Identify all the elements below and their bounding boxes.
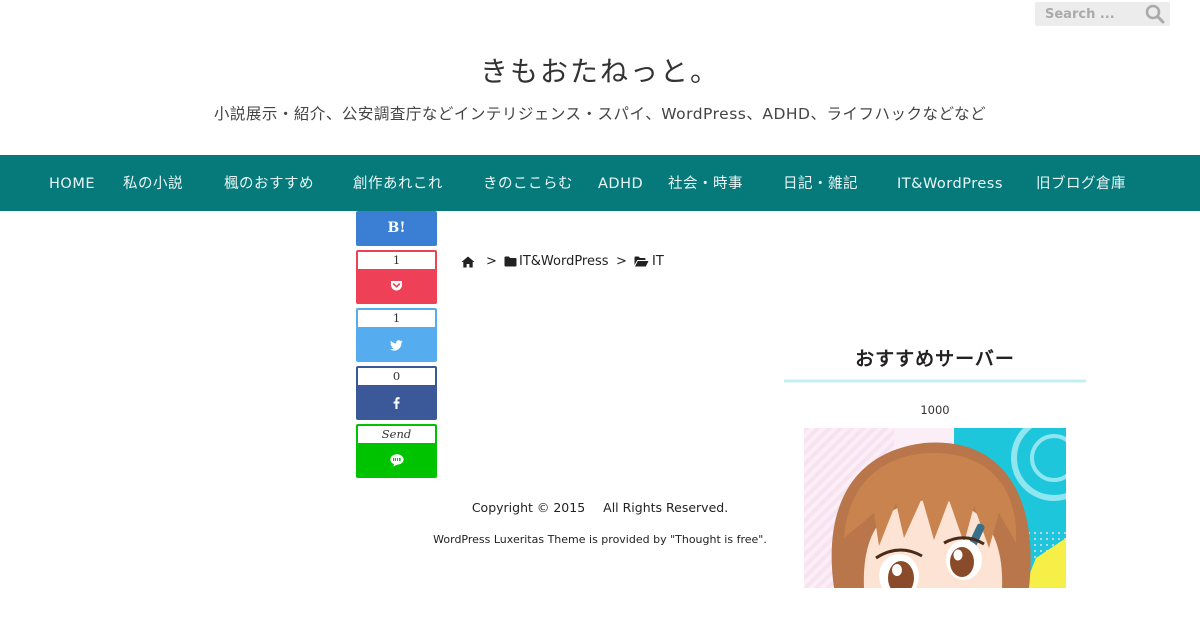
widget-title: おすすめサーバー [855, 348, 1015, 370]
line-share-button[interactable]: Send [356, 424, 437, 478]
copyright: Copyright © 2015 All Rights Reserved. [0, 500, 1200, 515]
breadcrumb-separator: > [486, 254, 497, 269]
line-icon [356, 452, 437, 471]
main-navigation: HOME 私の小説 楓のおすすめ 創作あれこれ きのここらむ ADHD 社会・時… [0, 155, 1200, 211]
search-button[interactable] [1144, 4, 1166, 24]
home-icon[interactable] [461, 253, 475, 274]
site-title[interactable]: きもおたねっと。 [0, 50, 1200, 90]
pocket-share-button[interactable]: 1 [356, 250, 437, 304]
pocket-count: 1 [358, 252, 435, 269]
nav-item-society[interactable]: 社会・時事 [668, 155, 743, 211]
twitter-count: 1 [358, 310, 435, 327]
rights-text: All Rights Reserved. [603, 500, 729, 515]
line-send-label: Send [358, 426, 435, 443]
facebook-icon [356, 394, 437, 413]
hatena-icon: B! [387, 220, 406, 236]
site-description: 小説展示・紹介、公安調査庁などインテリジェンス・スパイ、WordPress、AD… [213, 105, 987, 123]
nav-item-novels[interactable]: 私の小説 [123, 155, 183, 211]
breadcrumb-item-it: IT [652, 254, 664, 269]
nav-item-it-wordpress[interactable]: IT&WordPress [897, 155, 1003, 211]
nav-item-recommendations[interactable]: 楓のおすすめ [224, 155, 314, 211]
facebook-count: 0 [358, 368, 435, 385]
nav-item-archive[interactable]: 旧ブログ倉庫 [1036, 155, 1126, 211]
folder-icon [504, 253, 517, 273]
copyright-text: Copyright © 2015 [471, 500, 586, 515]
widget-count: 1000 [920, 403, 950, 417]
search-icon [1145, 4, 1165, 24]
folder-open-icon [634, 253, 649, 273]
nav-item-home[interactable]: HOME [49, 155, 95, 211]
widget-title-underline [784, 379, 1086, 383]
theme-credit[interactable]: WordPress Luxeritas Theme is provided by… [0, 533, 1200, 546]
pocket-icon [356, 277, 437, 296]
nav-item-column[interactable]: きのここらむ [483, 155, 573, 211]
search-input[interactable] [1035, 2, 1145, 26]
nav-item-creative[interactable]: 創作あれこれ [353, 155, 443, 211]
breadcrumb-separator: > [616, 254, 627, 269]
nav-item-diary[interactable]: 日記・雑記 [783, 155, 858, 211]
breadcrumb-item-it-wordpress[interactable]: IT&WordPress [519, 253, 609, 271]
nav-item-adhd[interactable]: ADHD [598, 155, 643, 211]
hatena-share-button[interactable]: B! [356, 211, 437, 246]
facebook-share-button[interactable]: 0 [356, 366, 437, 420]
twitter-share-button[interactable]: 1 [356, 308, 437, 362]
twitter-icon [356, 336, 437, 355]
